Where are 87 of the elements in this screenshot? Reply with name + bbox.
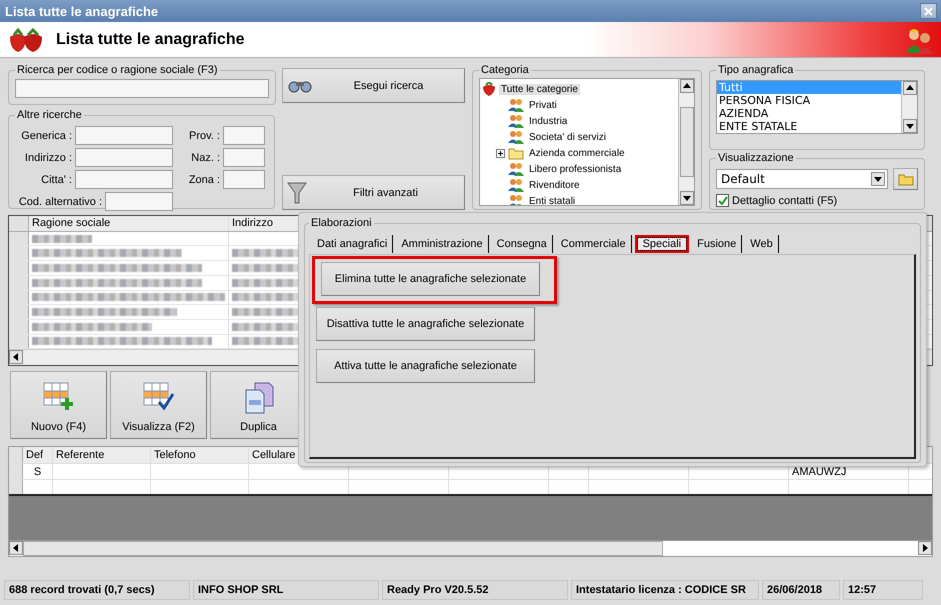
field-label: Naz. : [190,152,221,164]
tree-item[interactable]: Enti statali [527,196,578,205]
input-field[interactable] [75,126,173,145]
filters-button[interactable]: Filtri avanzati [282,175,465,210]
status-text: 26/06/2018 [762,580,840,600]
column-header: Referente [53,447,151,463]
input-field[interactable] [223,126,265,145]
tree-item[interactable]: Libero professionista [527,164,624,174]
tab[interactable]: Speciali [634,235,690,253]
folder-icon [508,146,524,160]
toolbar-button[interactable]: Visualizza (F2) [110,371,207,439]
tree-item[interactable]: Societa' di servizi [527,132,608,142]
input-field[interactable] [223,148,265,167]
pages-icon [244,382,274,414]
status-text: INFO SHOP SRL [193,580,379,600]
status-text: Ready Pro V20.5.52 [382,580,568,600]
group-label: Altre ricerche [16,109,83,121]
action-button[interactable]: Elimina tutte le anagrafiche selezionate [321,262,540,296]
check-icon [718,196,728,205]
group-label: Elaborazioni [310,217,373,229]
list-item[interactable]: PERSONA FISICA [717,94,901,107]
status-text: 12:57 [843,580,923,600]
people-icon [508,162,524,176]
tree-item[interactable]: Azienda commerciale [527,148,627,158]
scroll-down-button[interactable] [680,191,694,205]
scroll-left-button[interactable] [9,350,23,364]
people-icon [508,178,524,192]
row-header[interactable] [9,464,23,479]
people-icon [508,130,524,144]
group-label: Ricerca per codice o ragione sociale (F3) [16,64,219,76]
input-field[interactable] [223,170,265,189]
input-field[interactable] [75,170,173,189]
header-title: Lista tutte le anagrafiche [56,30,246,48]
field-label: Indirizzo : [24,152,73,164]
funnel-icon [287,180,307,204]
people-icon [508,194,524,205]
table-check-icon [142,382,174,412]
column-header: Ragione sociale [29,216,229,231]
tree-item[interactable]: Rivenditore [527,180,582,190]
checkbox-label: Dettaglio contatti (F5) [732,194,838,206]
group-label: Tipo anagrafica [717,64,794,76]
checkbox[interactable] [716,194,729,207]
field-label: Generica : [20,130,73,142]
scroll-right-button[interactable] [918,541,932,555]
close-button[interactable] [920,3,937,19]
view-dropdown[interactable]: Default [716,169,888,189]
folder-button[interactable] [893,168,918,190]
row-header[interactable] [9,480,23,494]
window-title: Lista tutte le anagrafiche [5,4,158,18]
column-header: Telefono [151,447,249,463]
search-button[interactable]: Esegui ricerca [282,68,465,103]
field-label: Prov. : [188,130,221,142]
table-cell: S [23,464,53,479]
search-field[interactable] [15,79,269,98]
list-item[interactable]: ENTE STATALE [717,120,901,133]
field-label: Cod. alternativo : [18,196,103,208]
action-button[interactable]: Attiva tutte le anagrafiche selezionate [316,349,535,383]
binoculars-icon [287,78,313,92]
input-field[interactable] [105,192,173,211]
list-item[interactable]: AZIENDA [717,107,901,120]
folder-icon [898,172,914,186]
row-header[interactable] [9,232,29,246]
scroll-down-button[interactable] [902,119,916,133]
action-button[interactable]: Disattiva tutte le anagrafiche selezionate [316,307,535,341]
group-label: Visualizzazione [717,152,795,164]
group-label: Categoria [480,64,530,76]
strawberry-icon [482,82,496,96]
scroll-thumb[interactable] [23,541,663,556]
scroll-up-button[interactable] [902,81,916,95]
status-text: Intestatario licenza : CODICE SR [571,580,759,600]
toolbar-button[interactable]: Nuovo (F4) [10,371,107,439]
tree-item[interactable]: Privati [527,100,559,110]
field-label: Zona : [188,174,221,186]
tree-item[interactable]: Industria [527,116,570,126]
input-field[interactable] [75,148,173,167]
table-add-icon [42,382,74,412]
column-header: Def [23,447,53,463]
close-icon [924,6,933,16]
people-icon [508,98,524,112]
scroll-up-button[interactable] [680,79,694,93]
status-text: 688 record trovati (0,7 secs) [4,580,190,600]
blurred-text [32,234,92,243]
people-icon [508,114,524,128]
expand-icon[interactable] [496,148,505,158]
field-label: Citta' : [40,174,73,186]
scroll-left-button[interactable] [9,541,23,555]
tree-item[interactable]: Tutte le categorie [499,84,580,94]
